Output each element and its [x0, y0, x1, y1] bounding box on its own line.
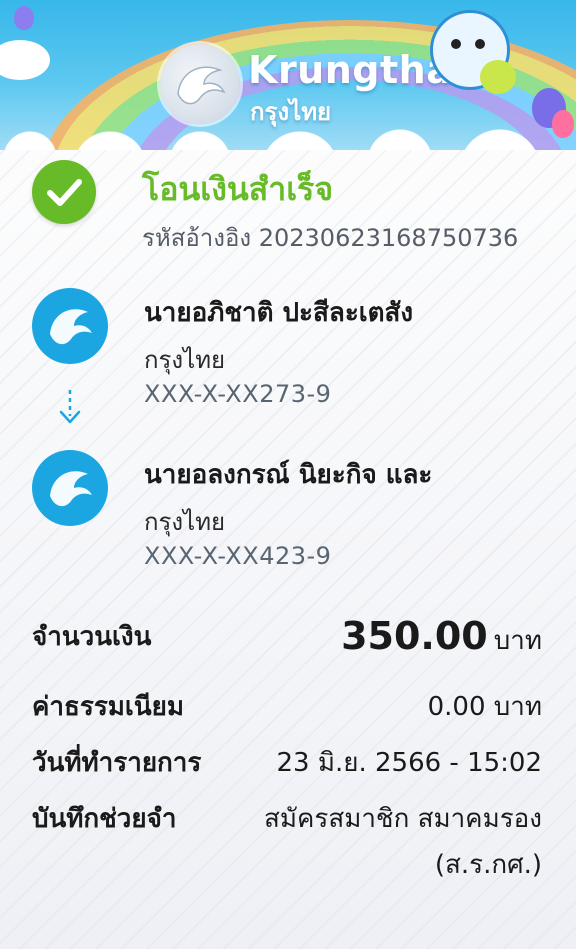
mascot-companion-icon: [480, 60, 516, 94]
amount-value: 350.00: [341, 614, 488, 658]
header-banner: Krungthai กรุงไทย: [0, 0, 576, 150]
date-value: 23 มิ.ย. 2566 - 15:02: [276, 748, 542, 778]
receiver-bank-name: กรุงไทย: [144, 508, 226, 536]
transfer-success-title: โอนเงินสำเร็จ: [142, 170, 334, 208]
balloon-decoration: [14, 6, 34, 30]
amount-label: จำนวนเงิน: [32, 622, 152, 652]
cloud-decoration: [0, 40, 50, 80]
amount-value-group: 350.00 บาท: [341, 614, 542, 661]
date-label: วันที่ทำรายการ: [32, 748, 202, 778]
sender-bank-name: กรุงไทย: [144, 346, 226, 374]
amount-unit: บาท: [493, 626, 542, 656]
memo-value-line2: (ส.ร.กศ.): [434, 850, 542, 880]
receiver-account-number: XXX-X-XX423-9: [144, 542, 332, 570]
reference-number: รหัสอ้างอิง 20230623168750736: [142, 224, 519, 252]
sender-name: นายอภิชาติ ปะสีละเตสัง: [144, 298, 414, 328]
fee-label: ค่าธรรมเนียม: [32, 692, 184, 722]
krungthai-logo-icon: [160, 44, 240, 124]
receiver-bank-avatar: [32, 450, 108, 526]
memo-label: บันทึกช่วยจำ: [32, 804, 177, 834]
receiver-name: นายอลงกรณ์ นิยะกิจ และ: [144, 460, 433, 490]
sender-account-number: XXX-X-XX273-9: [144, 380, 332, 408]
transfer-direction-arrow-icon: [56, 388, 84, 428]
memo-value-line1: สมัครสมาชิก สมาคมรอง: [263, 804, 542, 834]
sender-bank-avatar: [32, 288, 108, 364]
fee-value: 0.00 บาท: [427, 692, 542, 722]
cloud-band-decoration: [0, 118, 576, 150]
success-check-icon: [32, 160, 96, 224]
